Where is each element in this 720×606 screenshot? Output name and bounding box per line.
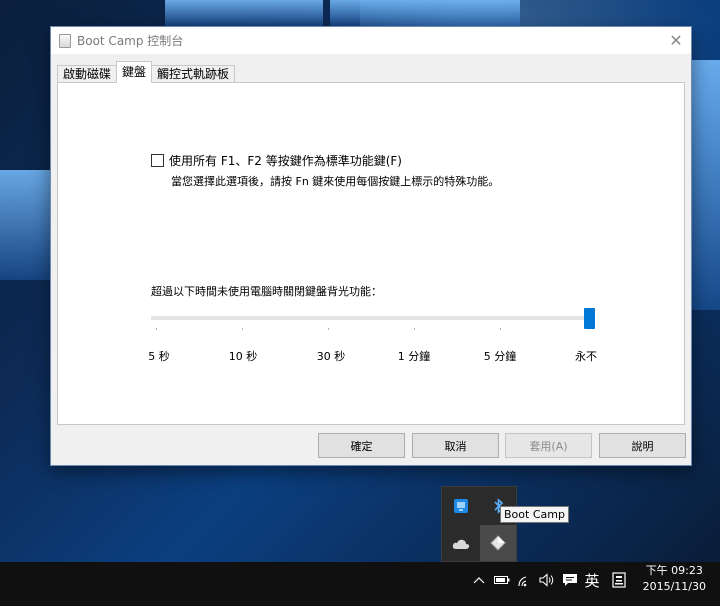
bootcamp-tooltip: Boot Camp	[500, 506, 569, 523]
slider-option-never: 永不	[575, 350, 597, 363]
volume-icon[interactable]	[536, 562, 558, 598]
wifi-icon[interactable]	[514, 562, 536, 598]
backlight-timeout-label: 超過以下時間未使用電腦時關閉鍵盤背光功能：	[151, 285, 382, 298]
apply-button[interactable]: 套用(A)	[505, 433, 592, 458]
wallpaper-light-beam	[0, 170, 50, 280]
close-icon: ✕	[669, 31, 683, 50]
fn-keys-checkbox[interactable]	[151, 154, 164, 167]
app-icon	[59, 33, 71, 48]
backlight-slider-thumb[interactable]	[584, 308, 595, 329]
slider-option-5s: 5 秒	[148, 350, 170, 363]
window-title: Boot Camp 控制台	[77, 34, 184, 48]
slider-option-10s: 10 秒	[228, 350, 258, 363]
onedrive-cloud-icon[interactable]	[450, 533, 472, 555]
ime-mode-icon[interactable]	[607, 562, 631, 598]
wallpaper-light-beam	[692, 60, 720, 310]
close-button[interactable]: ✕	[661, 27, 691, 54]
fn-keys-description: 當您選擇此選項後，請按 Fn 鍵來使用每個按鍵上標示的特殊功能。	[171, 175, 500, 188]
slider-tick	[328, 328, 329, 330]
fn-keys-option[interactable]: 使用所有 F1、F2 等按鍵作為標準功能鍵(F)	[151, 152, 402, 169]
wallpaper-light-beam	[165, 0, 323, 26]
backlight-slider-track[interactable]	[151, 316, 593, 320]
tab-startup-disk[interactable]: 啟動磁碟	[57, 65, 118, 83]
tab-trackpad[interactable]: 觸控式軌跡板	[151, 65, 236, 83]
help-button[interactable]: 說明	[599, 433, 686, 458]
tab-keyboard[interactable]: 鍵盤	[116, 61, 153, 83]
tray-overflow-flyout	[441, 486, 517, 562]
chevron-up-icon	[473, 577, 485, 584]
action-center-icon[interactable]	[559, 562, 581, 598]
slider-tick	[156, 328, 157, 330]
bootcamp-diamond-icon[interactable]	[480, 525, 516, 561]
slider-tick	[414, 328, 415, 330]
show-hidden-icons-button[interactable]	[469, 562, 489, 598]
slider-option-5min: 5 分鐘	[483, 350, 517, 363]
battery-icon[interactable]	[491, 562, 513, 598]
clock-time: 下午 09:23	[645, 564, 703, 577]
slider-tick	[500, 328, 501, 330]
taskbar-clock[interactable]: 下午 09:23 2015/11/30	[643, 563, 706, 595]
taskbar: 英 下午 09:23 2015/11/30	[0, 562, 720, 606]
bootcamp-control-panel-window: Boot Camp 控制台 ✕ 啟動磁碟 鍵盤 觸控式軌跡板 使用所有 F1、F…	[50, 26, 692, 466]
fn-keys-checkbox-label[interactable]: 使用所有 F1、F2 等按鍵作為標準功能鍵(F)	[169, 152, 402, 169]
ok-button[interactable]: 確定	[318, 433, 405, 458]
slider-option-30s: 30 秒	[316, 350, 346, 363]
slider-option-1min: 1 分鐘	[397, 350, 431, 363]
keyboard-tab-panel: 使用所有 F1、F2 等按鍵作為標準功能鍵(F) 當您選擇此選項後，請按 Fn …	[57, 82, 685, 425]
input-language-indicator[interactable]: 英	[581, 562, 603, 598]
wallpaper-light-beam	[330, 0, 520, 26]
cancel-button[interactable]: 取消	[412, 433, 499, 458]
slider-tick	[242, 328, 243, 330]
tab-strip: 啟動磁碟 鍵盤 觸控式軌跡板	[57, 61, 236, 83]
network-monitor-icon[interactable]	[450, 495, 472, 517]
title-bar[interactable]: Boot Camp 控制台 ✕	[51, 27, 691, 54]
clock-date: 2015/11/30	[642, 580, 706, 593]
